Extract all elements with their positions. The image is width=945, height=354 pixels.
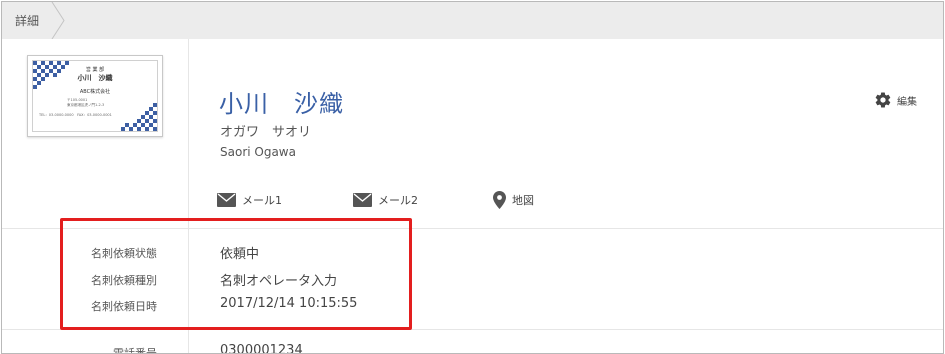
map-pin-icon [493, 191, 506, 209]
phone-value: 0300001234 [220, 343, 303, 354]
card-department: 営 業 部 [85, 67, 105, 73]
mail1-label: メール1 [242, 194, 282, 207]
mail2-button[interactable]: メール2 [353, 192, 418, 208]
mail-icon [217, 193, 236, 207]
person-name: 小川 沙織 [219, 90, 344, 118]
person-name-kana: オガワ サオリ [220, 125, 312, 140]
breadcrumb-item-detail[interactable]: 詳細 [15, 12, 39, 29]
business-card-inner: 営 業 部 小川 沙織 ABC株式会社 〒105-0001 東京都港区虎ノ門1-… [32, 60, 158, 132]
gear-icon [875, 92, 891, 108]
breadcrumb-separator-icon [51, 2, 65, 39]
card-address: 東京都港区虎ノ門1-2-3 [67, 103, 105, 107]
highlight-annotation-box [60, 218, 412, 330]
card-tel: TEL：03-0000-0000 FAX：03-0000-0001 [39, 113, 112, 117]
person-name-roman: Saori Ogawa [220, 145, 296, 159]
card-checker-pattern-icon [121, 103, 157, 131]
phone-label: 電話番号 [113, 347, 157, 354]
card-name: 小川 沙織 [77, 74, 113, 82]
mail-icon [353, 193, 372, 207]
map-label: 地図 [512, 194, 534, 207]
phone-label-column [2, 329, 189, 353]
business-card-thumbnail[interactable]: 営 業 部 小川 沙織 ABC株式会社 〒105-0001 東京都港区虎ノ門1-… [27, 55, 163, 137]
mail2-label: メール2 [378, 194, 418, 207]
card-company: ABC株式会社 [79, 89, 111, 95]
edit-label: 編集 [897, 96, 917, 108]
map-button[interactable]: 地図 [493, 191, 534, 209]
mail1-button[interactable]: メール1 [217, 192, 282, 208]
breadcrumb-bar: 詳細 [2, 2, 943, 39]
edit-button[interactable]: 編集 [874, 91, 917, 109]
